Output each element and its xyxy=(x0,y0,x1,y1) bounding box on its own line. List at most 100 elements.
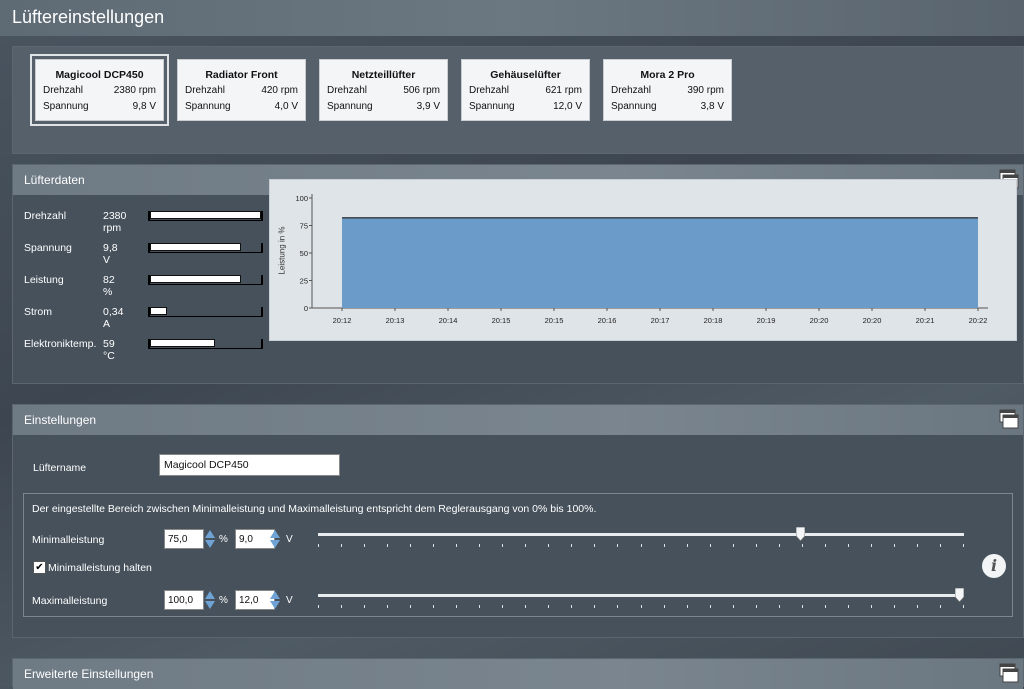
slider-track[interactable] xyxy=(318,594,964,597)
slider-tick xyxy=(801,605,803,608)
fan-card-magicool[interactable]: Magicool DCP450 Drehzahl 2380 rpm Spannun… xyxy=(30,54,169,126)
y-tick-label: 100 xyxy=(295,194,308,203)
volt-unit: V xyxy=(286,595,293,606)
x-tick-label: 20:15 xyxy=(492,316,511,325)
slider-tick xyxy=(755,544,757,547)
window-stack-icon[interactable] xyxy=(999,409,1019,429)
metric-label: Strom xyxy=(24,306,53,318)
percent-unit: % xyxy=(219,534,228,545)
fan-card-speed-label: Drehzahl xyxy=(185,85,226,96)
hold-min-label: Minimalleistung halten xyxy=(48,562,152,574)
slider-tick xyxy=(709,544,711,547)
slider-tick xyxy=(617,605,619,608)
min-volt-input[interactable] xyxy=(235,529,275,549)
slider-tick xyxy=(663,605,665,608)
window-stack-icon[interactable] xyxy=(999,663,1019,683)
hold-min-checkbox[interactable]: ✔ xyxy=(33,561,46,574)
x-tick-label: 20:21 xyxy=(916,316,935,325)
metric-value: 0,34 A xyxy=(103,306,124,330)
metric-bar-fill xyxy=(150,339,216,347)
slider-tick xyxy=(663,544,665,547)
metric-label: Leistung xyxy=(24,274,64,286)
settings-header: Einstellungen xyxy=(13,405,1023,435)
slider-tick xyxy=(847,544,849,547)
max-volt-input[interactable] xyxy=(235,590,275,610)
max-power-label: Maximalleistung xyxy=(32,595,108,607)
fan-card-speed: 390 rpm xyxy=(687,85,724,96)
x-tick-label: 20:12 xyxy=(333,316,352,325)
x-tick-label: 20:19 xyxy=(757,316,776,325)
metric-bar xyxy=(148,307,263,317)
fan-card-speed-label: Drehzahl xyxy=(43,85,84,96)
fan-name-input[interactable] xyxy=(159,454,340,476)
max-volt-spinner[interactable] xyxy=(270,590,281,610)
x-tick-label: 20:14 xyxy=(439,316,458,325)
metric-bar-fill xyxy=(150,275,242,283)
metric-bar xyxy=(148,243,263,253)
slider-tick xyxy=(870,544,872,547)
metric-label: Elektroniktemp. xyxy=(24,338,97,350)
slider-tick xyxy=(939,605,941,608)
fan-card-netzteil[interactable]: Netzteillüfter Drehzahl 506 rpm Spannung 3… xyxy=(319,59,448,121)
slider-tick xyxy=(594,544,596,547)
max-power-slider[interactable] xyxy=(318,588,964,608)
fan-card-mora[interactable]: Mora 2 Pro Drehzahl 390 rpm Spannung 3,8 V xyxy=(603,59,732,121)
spin-down-icon[interactable] xyxy=(205,601,215,609)
fan-card-voltage-label: Spannung xyxy=(469,101,515,112)
fan-data-panel: Lüfterdaten Drehzahl 2380 rpm Spannung 9… xyxy=(12,164,1024,384)
slider-tick xyxy=(732,544,734,547)
slider-tick xyxy=(318,544,319,547)
fan-card-voltage-label: Spannung xyxy=(185,101,231,112)
spin-up-icon[interactable] xyxy=(270,530,280,538)
settings-title: Einstellungen xyxy=(24,413,97,427)
fan-card-voltage: 3,8 V xyxy=(700,101,724,112)
min-power-slider[interactable] xyxy=(318,527,964,547)
metric-bar-fill xyxy=(150,243,242,251)
spin-up-icon[interactable] xyxy=(205,591,215,599)
slider-tick xyxy=(341,605,343,608)
info-icon[interactable]: i xyxy=(982,554,1006,578)
fan-card-name: Magicool DCP450 xyxy=(55,69,144,81)
slider-track[interactable] xyxy=(318,533,964,536)
spin-up-icon[interactable] xyxy=(205,530,215,538)
max-percent-input[interactable] xyxy=(164,590,204,610)
fan-card-voltage: 4,0 V xyxy=(274,101,298,112)
settings-panel: Einstellungen Lüftername Der eingestellt… xyxy=(12,404,1024,638)
slider-tick xyxy=(341,544,343,547)
slider-thumb[interactable] xyxy=(795,527,805,541)
fan-card-voltage-label: Spannung xyxy=(43,101,89,112)
fan-card-voltage: 12,0 V xyxy=(553,101,582,112)
slider-tick xyxy=(502,605,504,608)
max-percent-spinner[interactable] xyxy=(205,590,216,610)
y-tick-label: 25 xyxy=(300,277,308,286)
slider-tick xyxy=(479,605,481,608)
advanced-header[interactable]: Erweiterte Einstellungen xyxy=(13,659,1023,689)
power-area xyxy=(342,217,978,308)
spin-up-icon[interactable] xyxy=(270,591,280,599)
fan-card-gehaeuse[interactable]: Gehäuselüfter Drehzahl 621 rpm Spannung 12… xyxy=(461,59,590,121)
settings-body: Lüftername Der eingestellte Bereich zwis… xyxy=(13,435,1023,637)
slider-tick xyxy=(963,544,964,547)
fan-selector: Magicool DCP450 Drehzahl 2380 rpm Spannun… xyxy=(12,46,1024,154)
slider-tick xyxy=(755,605,757,608)
min-percent-input[interactable] xyxy=(164,529,204,549)
slider-tick xyxy=(686,605,688,608)
slider-tick xyxy=(640,544,642,547)
min-percent-spinner[interactable] xyxy=(205,529,216,549)
spin-down-icon[interactable] xyxy=(270,540,280,548)
slider-tick xyxy=(433,544,435,547)
slider-tick xyxy=(709,605,711,608)
slider-tick xyxy=(364,544,366,547)
spin-down-icon[interactable] xyxy=(270,601,280,609)
slider-tick xyxy=(571,544,573,547)
power-chart: Leistung in % 0 25 50 75 100 20:12 20:13 20:14 2… xyxy=(269,179,1017,341)
y-tick-label: 50 xyxy=(300,249,308,258)
spin-down-icon[interactable] xyxy=(205,540,215,548)
metric-bar-fill xyxy=(150,211,261,219)
fan-card-speed-label: Drehzahl xyxy=(611,85,652,96)
slider-thumb[interactable] xyxy=(955,588,964,602)
min-volt-spinner[interactable] xyxy=(270,529,281,549)
fan-card-radiator-front[interactable]: Radiator Front Drehzahl 420 rpm Spannung 4… xyxy=(177,59,306,121)
range-settings: Der eingestellte Bereich zwischen Minima… xyxy=(23,493,1013,617)
percent-unit: % xyxy=(219,595,228,606)
